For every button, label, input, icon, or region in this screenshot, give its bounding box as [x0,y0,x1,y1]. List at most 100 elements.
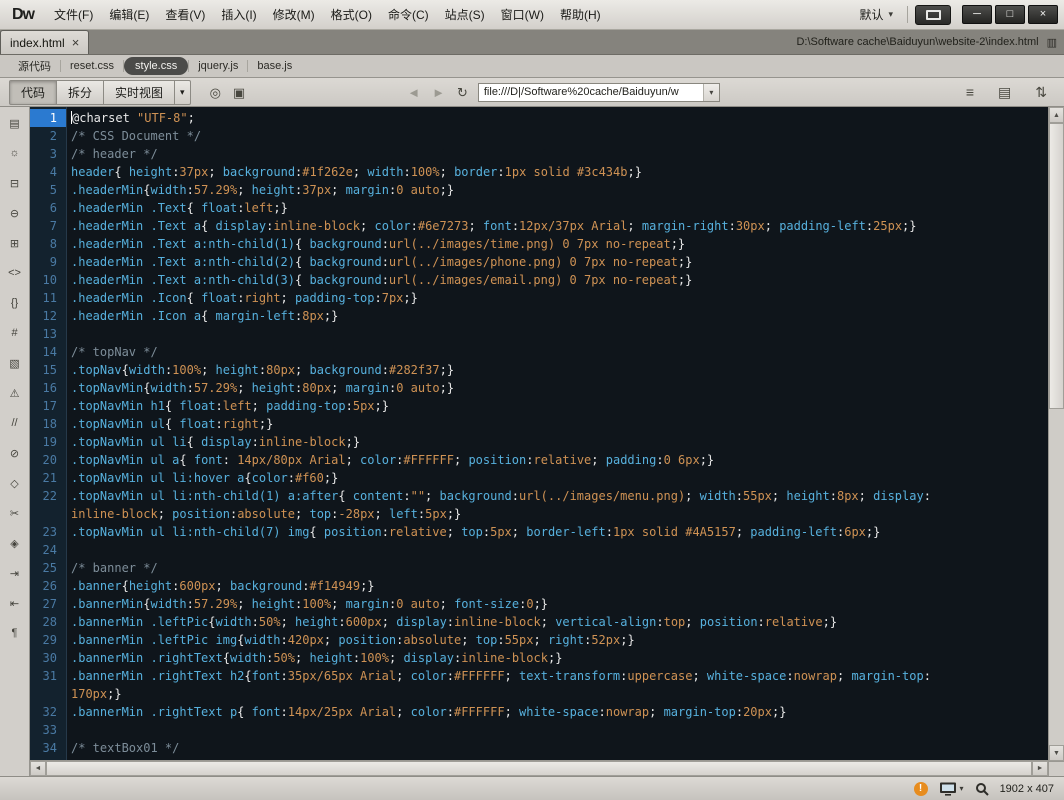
code-line-text[interactable]: /* banner */ [66,559,980,577]
vertical-scroll-track[interactable] [1049,123,1064,745]
code-line[interactable]: 9 .headerMin .Text a:nth-child(2){ backgr… [30,253,1048,271]
menu-window[interactable]: 窗口(W) [493,0,552,29]
code-line[interactable]: 19 .topNavMin ul li{ display:inline-block… [30,433,1048,451]
code-line[interactable]: 14/* topNav */ [30,343,1048,361]
line-number[interactable]: 26 [30,577,66,595]
line-number[interactable]: 10 [30,271,66,289]
line-number[interactable]: 11 [30,289,66,307]
code-line[interactable]: 17 .topNavMin h1{ float:left; padding-top… [30,397,1048,415]
line-number[interactable]: 9 [30,253,66,271]
related-file-jquery-js[interactable]: jquery.js [189,57,247,75]
apply-comment-icon[interactable]: // [3,412,27,434]
menu-file[interactable]: 文件(F) [46,0,101,29]
line-number[interactable]: 30 [30,649,66,667]
code-line-text[interactable]: .bannerMin .leftPic img{width:420px; pos… [66,631,980,649]
recent-snippets-icon[interactable]: ✂ [3,502,27,524]
line-number[interactable]: 22 [30,487,66,505]
menu-view[interactable]: 查看(V) [157,0,213,29]
related-file-source-code[interactable]: 源代码 [9,55,60,77]
code-line-text[interactable]: .topNavMin ul li:nth-child(7) img{ posit… [66,523,980,541]
window-size-value[interactable]: 1902 x 407 [1000,783,1054,795]
line-numbers-icon[interactable]: # [3,322,27,344]
code-line[interactable]: 34/* textBox01 */ [30,739,1048,757]
tab-list-icon[interactable]: ▥ [1047,36,1064,49]
outdent-code-icon[interactable]: ⇤ [3,592,27,614]
line-number[interactable]: 29 [30,631,66,649]
code-line-text[interactable]: .topNavMin h1{ float:left; padding-top:5… [66,397,980,415]
live-view-button[interactable]: 实时视图 [103,79,176,105]
scroll-up-icon[interactable]: ▲ [1049,107,1064,123]
code-line-text[interactable]: .headerMin .Icon a{ margin-left:8px;} [66,307,980,325]
scroll-right-icon[interactable]: ► [1032,761,1048,776]
code-line[interactable]: 7 .headerMin .Text a{ display:inline-bloc… [30,217,1048,235]
code-line[interactable]: 24 [30,541,1048,559]
line-number[interactable]: 15 [30,361,66,379]
line-number[interactable]: 19 [30,433,66,451]
code-line-text[interactable]: .topNavMin ul a{ font: 14px/80px Arial; … [66,451,980,469]
code-line-text[interactable]: .bannerMin .leftPic{width:50%; height:60… [66,613,980,631]
line-number[interactable]: 14 [30,343,66,361]
scroll-down-icon[interactable]: ▼ [1049,745,1064,761]
code-line-text[interactable]: .headerMin .Text a:nth-child(1){ backgro… [66,235,980,253]
code-line-text[interactable]: .headerMin .Text a{ display:inline-block… [66,217,980,235]
menu-help[interactable]: 帮助(H) [552,0,609,29]
code-line-text[interactable]: .topNavMin ul{ float:right;} [66,415,980,433]
code-line[interactable]: 3/* header */ [30,145,1048,163]
code-line[interactable]: 30 .bannerMin .rightText{width:50%; heigh… [30,649,1048,667]
code-line[interactable]: 2/* CSS Document */ [30,127,1048,145]
refresh-icon[interactable]: ↻ [451,84,474,101]
code-line[interactable]: 6 .headerMin .Text{ float:left;} [30,199,1048,217]
horizontal-scroll-thumb[interactable] [46,761,1032,776]
workspace-switcher[interactable]: 默认 ▾ [852,3,900,26]
line-number[interactable]: 2 [30,127,66,145]
menu-site[interactable]: 站点(S) [437,0,493,29]
code-line-text[interactable]: .topNav{width:100%; height:80px; backgro… [66,361,980,379]
forward-icon[interactable]: ► [426,84,451,101]
maximize-button[interactable]: □ [995,5,1025,24]
code-line[interactable]: 13 [30,325,1048,343]
code-line[interactable]: 8 .headerMin .Text a:nth-child(1){ backgr… [30,235,1048,253]
back-icon[interactable]: ◄ [401,84,426,101]
code-view-button[interactable]: 代码 [9,79,58,105]
scroll-left-icon[interactable]: ◄ [30,761,46,776]
balance-braces-icon[interactable]: {} [3,292,27,314]
split-view-button[interactable]: 拆分 [56,79,105,105]
line-number[interactable]: 13 [30,325,66,343]
move-convert-css-icon[interactable]: ◈ [3,532,27,554]
line-number[interactable]: 16 [30,379,66,397]
line-number[interactable]: 3 [30,145,66,163]
code-line-text[interactable]: .bannerMin .rightText p{ font:14px/25px … [66,703,980,721]
code-line-text[interactable]: .bannerMin .rightText h2{font:35px/65px … [66,667,980,703]
inspect-icon[interactable]: ▣ [227,84,251,101]
panel-grid-icon[interactable]: ▤ [992,83,1017,101]
indent-code-icon[interactable]: ⇥ [3,562,27,584]
code-line-text[interactable]: /* textBox01 */ [66,739,980,757]
line-number[interactable]: 25 [30,559,66,577]
line-number[interactable]: 31 [30,667,66,685]
code-line[interactable]: 15 .topNav{width:100%; height:80px; backg… [30,361,1048,379]
code-line-text[interactable]: /* header */ [66,145,980,163]
horizontal-scrollbar[interactable]: ◄ ► [30,760,1048,776]
menu-commands[interactable]: 命令(C) [380,0,437,29]
collapse-full-tag-icon[interactable]: ⊟ [3,172,27,194]
line-number[interactable]: 27 [30,595,66,613]
code-line[interactable]: 16 .topNavMin{width:57.29%; height:80px; … [30,379,1048,397]
code-line-text[interactable]: @charset "UTF-8"; [66,109,980,127]
related-file-style-css[interactable]: style.css [124,57,189,75]
code-line-text[interactable]: header{ height:37px; background:#1f262e;… [66,163,980,181]
code-line[interactable]: 32 .bannerMin .rightText p{ font:14px/25p… [30,703,1048,721]
code-line[interactable]: 25/* banner */ [30,559,1048,577]
code-line-text[interactable]: /* topNav */ [66,343,980,361]
line-number[interactable]: 23 [30,523,66,541]
code-line[interactable]: 22 .topNavMin ul li:nth-child(1) a:after{… [30,487,1048,523]
line-number[interactable]: 20 [30,451,66,469]
code-line-text[interactable]: .banner{height:600px; background:#f14949… [66,577,980,595]
line-number[interactable]: 32 [30,703,66,721]
code-line[interactable]: 33 [30,721,1048,739]
line-number[interactable]: 18 [30,415,66,433]
code-line-text[interactable]: .bannerMin .rightText{width:50%; height:… [66,649,980,667]
code-line[interactable]: 10 .headerMin .Text a:nth-child(3){ backg… [30,271,1048,289]
menu-insert[interactable]: 插入(I) [213,0,264,29]
code-line-text[interactable]: .headerMin{width:57.29%; height:37px; ma… [66,181,980,199]
menu-edit[interactable]: 编辑(E) [101,0,157,29]
